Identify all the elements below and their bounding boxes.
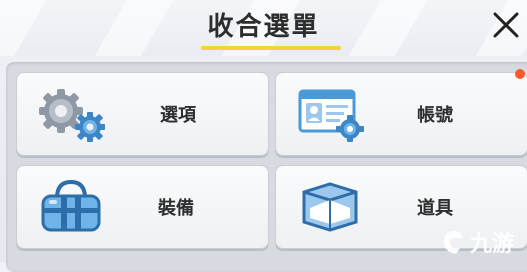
gears-icon — [39, 89, 105, 142]
notification-dot — [515, 69, 525, 79]
menu-item-account[interactable]: 帳號 — [275, 72, 527, 156]
menu-item-label: 裝備 — [158, 198, 194, 219]
header-bar: 收合選單 — [0, 0, 527, 56]
page-title: 收合選單 — [207, 12, 320, 42]
watermark-logo-icon — [444, 231, 462, 254]
title-underline — [201, 46, 341, 50]
bag-icon — [41, 179, 101, 232]
box-icon — [302, 182, 358, 232]
menu-item-label: 選項 — [160, 105, 196, 126]
menu-item-options[interactable]: 選項 — [16, 72, 269, 156]
id-card-icon — [298, 89, 364, 142]
close-icon — [493, 12, 519, 38]
menu-item-label: 帳號 — [417, 105, 453, 126]
watermark: 九游 — [440, 222, 526, 262]
menu-item-equipment[interactable]: 裝備 — [16, 165, 269, 249]
watermark-text: 九游 — [470, 232, 515, 257]
close-button[interactable] — [489, 8, 523, 42]
